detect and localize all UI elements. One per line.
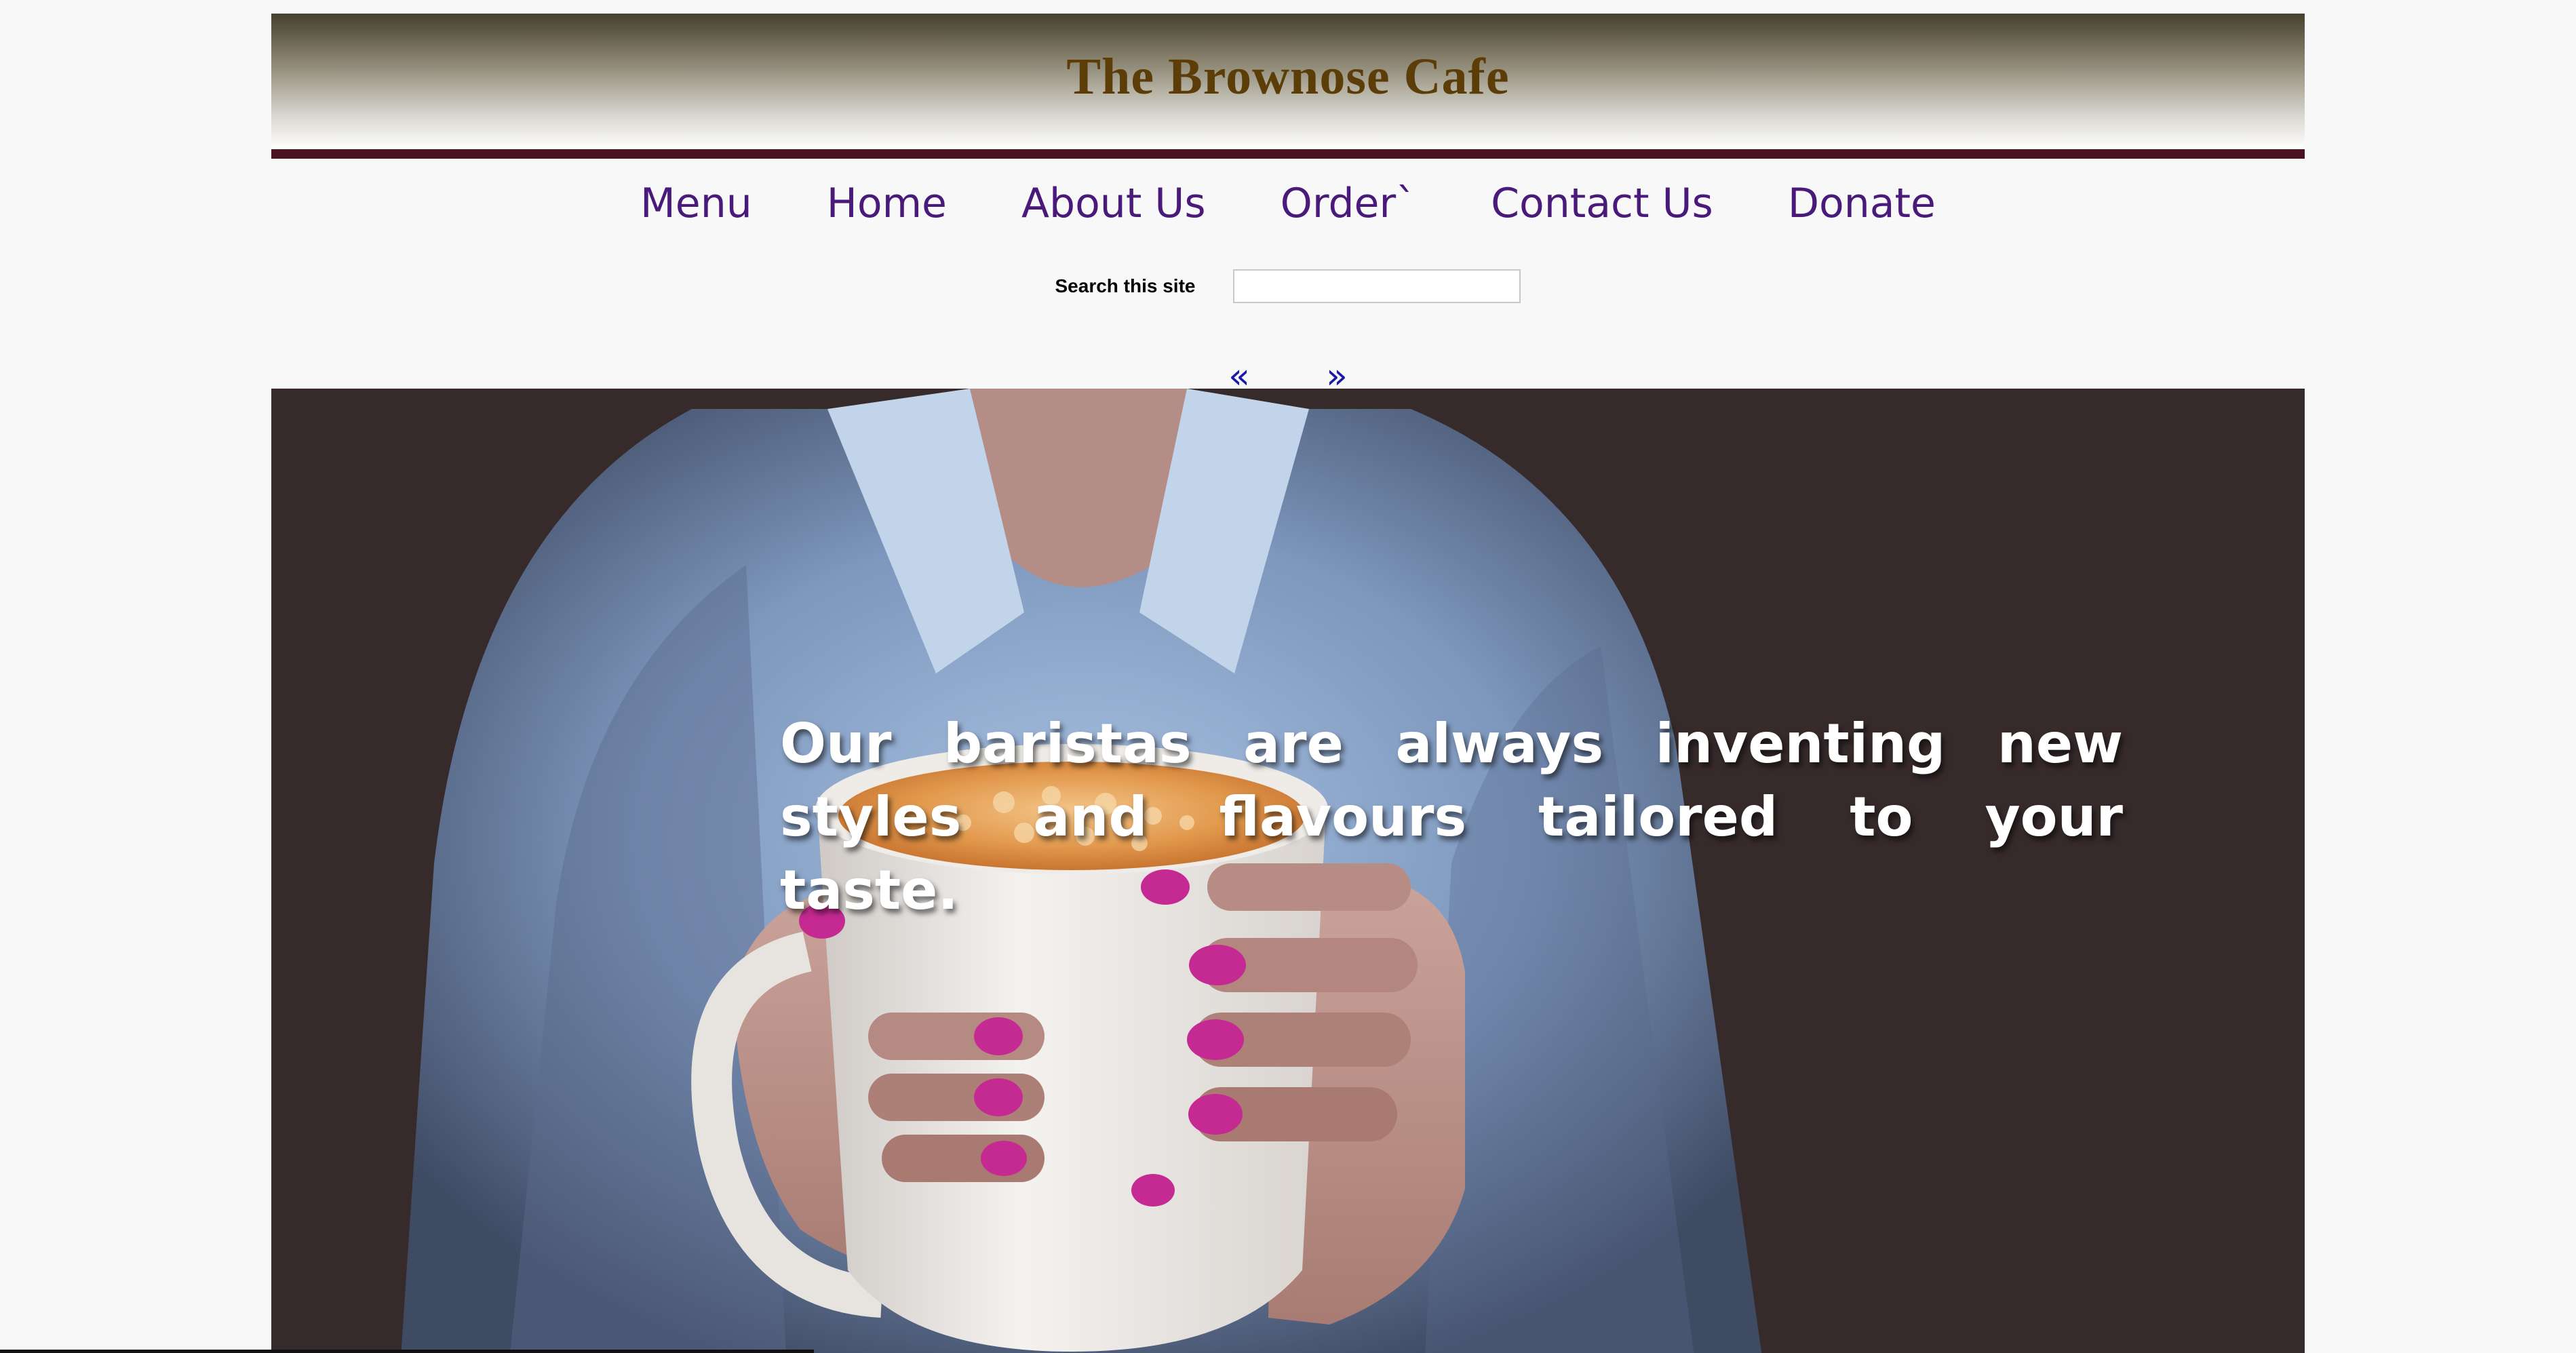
search-input[interactable] bbox=[1233, 269, 1521, 303]
page-bottom-edge bbox=[0, 1350, 814, 1353]
search-label: Search this site bbox=[1055, 275, 1196, 296]
nav-item-order[interactable]: Order` bbox=[1281, 180, 1417, 227]
page: The Brownose Cafe Menu Home About Us Ord… bbox=[0, 0, 2576, 1353]
site-search: Search this site bbox=[271, 266, 2305, 307]
nav-item-home[interactable]: Home bbox=[827, 180, 947, 227]
nav-item-contact-us[interactable]: Contact Us bbox=[1491, 180, 1713, 227]
header-banner: The Brownose Cafe bbox=[271, 14, 2305, 149]
nav-item-about-us[interactable]: About Us bbox=[1021, 180, 1206, 227]
hero-caption: Our baristas are always inventing new st… bbox=[780, 712, 2123, 922]
header-divider bbox=[271, 149, 2305, 159]
site-container: The Brownose Cafe Menu Home About Us Ord… bbox=[271, 14, 2305, 1353]
hero-slide: Our baristas are always inventing new st… bbox=[271, 389, 2305, 1353]
nav-item-menu[interactable]: Menu bbox=[640, 180, 752, 227]
site-title: The Brownose Cafe bbox=[1066, 48, 1510, 105]
nav-item-donate[interactable]: Donate bbox=[1788, 180, 1936, 227]
main-nav: Menu Home About Us Order` Contact Us Don… bbox=[271, 170, 2305, 237]
